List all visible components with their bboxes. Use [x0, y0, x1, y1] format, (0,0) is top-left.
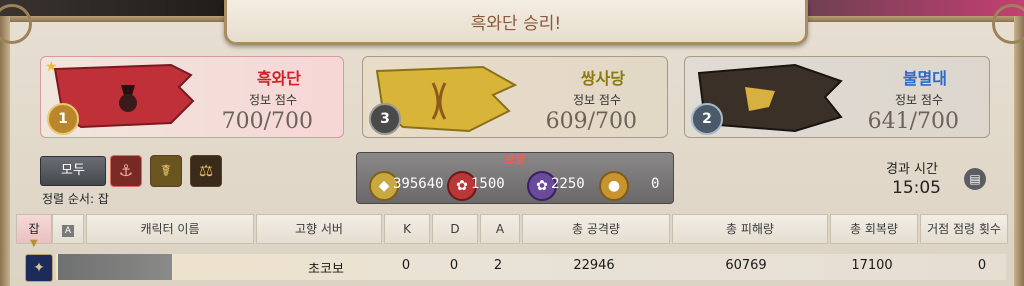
table-header: 잡 A 캐릭터 이름 고향 서버 K D A 총 공격량 총 피해량 총 회복량… — [16, 214, 1008, 244]
col-character-name[interactable]: 캐릭터 이름 — [86, 214, 254, 244]
assists-value: 2 — [493, 258, 503, 273]
paladin-job-icon: ✦ — [25, 254, 53, 282]
kills-value: 0 — [401, 258, 411, 273]
frame-border-right — [1014, 16, 1024, 286]
damage-dealt-value: 22946 — [573, 258, 615, 273]
healing-value: 17100 — [851, 258, 893, 273]
score-value: 700/700 — [221, 109, 313, 134]
team-card-maelstrom: ★ 1 흑와단 정보 점수 700/700 — [40, 56, 344, 138]
sort-caret-icon: ▼ — [30, 238, 38, 249]
twin-adder-filter-icon[interactable]: ☤ — [150, 155, 182, 187]
winner-star-icon: ★ — [45, 59, 58, 75]
elapsed-time-value: 15:05 — [892, 178, 941, 198]
team-card-immortal-flames: 2 불멸대 정보 점수 641/700 — [684, 56, 990, 138]
reward-panel: 보상 ◆ 395640 ✿ 1500 ✿ 2250 ● 0 — [356, 152, 674, 204]
reward-value: 1500 — [471, 176, 505, 192]
score-label: 정보 점수 — [573, 93, 621, 107]
frame-border-left — [0, 16, 10, 286]
rank-badge: 1 — [47, 103, 79, 135]
col-damage-dealt[interactable]: 총 공격량 — [522, 214, 670, 244]
sort-order-label: 정렬 순서: 잡 — [42, 192, 109, 206]
report-icon[interactable]: ▤ — [964, 168, 986, 190]
col-assists[interactable]: A — [480, 214, 520, 244]
character-name-redacted — [58, 254, 172, 280]
elapsed-time-label: 경과 시간 — [886, 162, 938, 177]
score-value: 641/700 — [867, 109, 959, 134]
reward-value: 0 — [651, 176, 660, 192]
corner-ornament-right — [992, 4, 1024, 44]
col-alliance-label: A — [62, 225, 74, 237]
achievement-medal-icon: ● — [599, 171, 629, 201]
window-title: 흑와단 승리! — [470, 14, 562, 34]
team-name: 쌍사당 — [580, 69, 625, 88]
col-damage-taken[interactable]: 총 피해량 — [672, 214, 828, 244]
col-home-world[interactable]: 고향 서버 — [256, 214, 382, 244]
score-value: 609/700 — [545, 109, 637, 134]
col-captures[interactable]: 거점 점령 횟수 — [920, 214, 1008, 244]
col-healing[interactable]: 총 회복량 — [830, 214, 918, 244]
col-kills[interactable]: K — [384, 214, 430, 244]
immortal-flames-filter-icon[interactable]: ⚖ — [190, 155, 222, 187]
score-label: 정보 점수 — [249, 93, 297, 107]
rank-badge: 2 — [691, 103, 723, 135]
filter-all-button[interactable]: 모두 — [40, 156, 106, 186]
team-name: 불멸대 — [902, 69, 947, 88]
home-world-value: 초코보 — [308, 262, 344, 277]
rank-badge: 3 — [369, 103, 401, 135]
col-alliance[interactable]: A — [52, 214, 84, 244]
captures-value: 0 — [977, 258, 987, 273]
reward-title: 보상 — [504, 153, 526, 166]
reward-value: 2250 — [551, 176, 585, 192]
title-plate: 흑와단 승리! — [224, 0, 808, 45]
score-label: 정보 점수 — [895, 93, 943, 107]
reward-value: 395640 — [393, 176, 444, 192]
col-deaths[interactable]: D — [432, 214, 478, 244]
damage-taken-value: 60769 — [725, 258, 767, 273]
team-card-twin-adder: 3 쌍사당 정보 점수 609/700 — [362, 56, 668, 138]
team-name: 흑와단 — [256, 69, 301, 88]
table-row[interactable]: ✦ 초코보 0 0 2 22946 60769 17100 0 — [16, 252, 1008, 282]
maelstrom-filter-icon[interactable]: ⚓ — [110, 155, 142, 187]
deaths-value: 0 — [449, 258, 459, 273]
